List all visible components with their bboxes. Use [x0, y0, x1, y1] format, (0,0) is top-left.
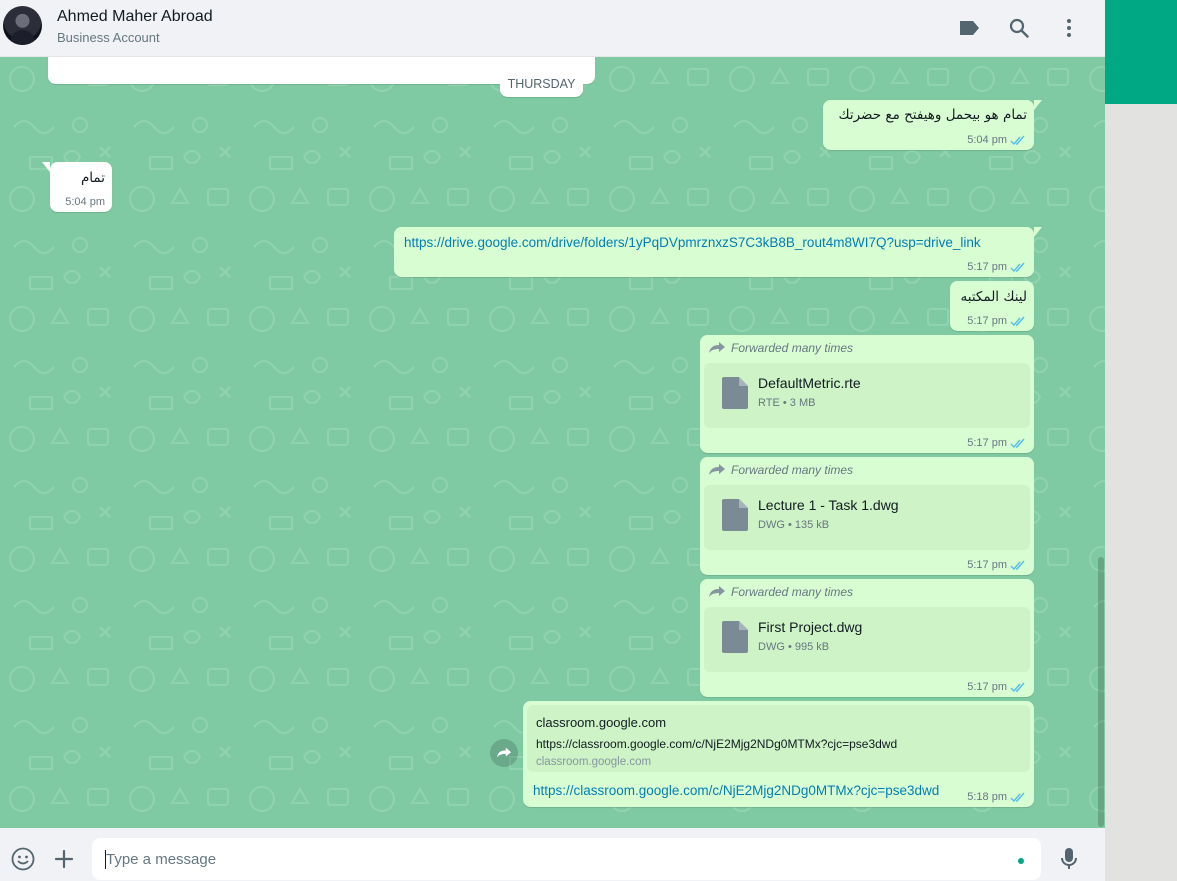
composer-bar — [0, 828, 1105, 881]
message-text: تمام هو بيحمل وهيفتح مع حضرتك — [838, 107, 1027, 123]
message-time: 5:04 pm — [967, 134, 1007, 146]
document-name: DefaultMetric.rte — [758, 375, 861, 391]
message-incoming[interactable]: تمام 5:04 pm — [42, 162, 112, 212]
message-input[interactable] — [92, 838, 1041, 880]
forwarded-icon — [709, 586, 725, 597]
forwarded-label: Forwarded many times — [731, 463, 854, 477]
forward-icon — [496, 747, 512, 758]
search-icon[interactable] — [1005, 14, 1033, 42]
message-time: 5:18 pm — [967, 791, 1007, 803]
emoji-icon[interactable] — [9, 845, 37, 873]
message-document[interactable]: Forwarded many times DefaultMetric.rte R… — [700, 335, 1034, 453]
message-time: 5:17 pm — [967, 437, 1007, 449]
double-check-icon — [1010, 560, 1025, 570]
document-card[interactable]: First Project.dwg DWG • 995 kB — [704, 607, 1030, 672]
forward-message-button[interactable] — [490, 739, 518, 767]
attach-plus-icon[interactable] — [50, 845, 78, 873]
document-icon — [722, 499, 748, 531]
message-document[interactable]: Forwarded many times Lecture 1 - Task 1.… — [700, 457, 1034, 575]
label-icon[interactable] — [955, 14, 983, 42]
document-icon — [722, 377, 748, 409]
document-type: DWG — [758, 641, 785, 653]
document-name: First Project.dwg — [758, 619, 863, 635]
double-check-icon — [1010, 135, 1025, 145]
accent-band — [1105, 0, 1177, 104]
forwarded-label: Forwarded many times — [731, 585, 854, 599]
message-document[interactable]: Forwarded many times First Project.dwg D… — [700, 579, 1034, 697]
document-size: 995 kB — [794, 641, 830, 653]
document-icon — [722, 621, 748, 653]
chat-area[interactable]: THURSDAY تمام هو بيحمل وهيفتح مع حضرتك 5… — [0, 57, 1105, 828]
forwarded-icon — [709, 464, 725, 475]
message-time: 5:17 pm — [967, 261, 1007, 273]
document-size: 3 MB — [789, 397, 816, 409]
message-link-preview[interactable]: classroom.google.com https://classroom.g… — [523, 701, 1034, 807]
message-outgoing-link[interactable]: https://drive.google.com/drive/folders/1… — [394, 227, 1042, 277]
message-text: لينك المكتبه — [960, 289, 1027, 305]
preview-url: https://classroom.google.com/c/NjE2Mjg2N… — [536, 737, 898, 751]
message-link[interactable]: https://classroom.google.com/c/NjE2Mjg2N… — [533, 783, 939, 798]
message-link[interactable]: https://drive.google.com/drive/folders/1… — [404, 235, 981, 250]
document-card[interactable]: Lecture 1 - Task 1.dwg DWG • 135 kB — [704, 485, 1030, 550]
document-type: DWG — [758, 519, 785, 531]
contact-name[interactable]: Ahmed Maher Abroad — [57, 8, 213, 26]
double-check-icon — [1010, 316, 1025, 326]
preview-domain: classroom.google.com — [536, 756, 652, 768]
side-panel-edge — [1105, 0, 1177, 881]
message-time: 5:04 pm — [65, 196, 105, 208]
document-size: 135 kB — [794, 519, 830, 531]
chat-header[interactable]: Ahmed Maher Abroad Business Account — [0, 0, 1105, 57]
forwarded-label: Forwarded many times — [731, 341, 854, 355]
message-time: 5:17 pm — [967, 315, 1007, 327]
menu-icon[interactable] — [1055, 14, 1083, 42]
whatsapp-window: Ahmed Maher Abroad Business Account THUR… — [0, 0, 1105, 881]
link-preview-card[interactable]: classroom.google.com https://classroom.g… — [527, 705, 1030, 772]
double-check-icon — [1010, 262, 1025, 272]
document-type: RTE — [758, 397, 780, 409]
contact-subtitle: Business Account — [57, 30, 160, 45]
message-time: 5:17 pm — [967, 681, 1007, 693]
document-card[interactable]: DefaultMetric.rte RTE • 3 MB — [704, 363, 1030, 428]
avatar[interactable] — [3, 6, 42, 45]
message-outgoing[interactable]: لينك المكتبه 5:17 pm — [950, 281, 1034, 331]
text-caret — [105, 850, 106, 869]
message-outgoing[interactable]: تمام هو بيحمل وهيفتح مع حضرتك 5:04 pm — [823, 100, 1042, 150]
status-dot — [1018, 858, 1024, 864]
double-check-icon — [1010, 682, 1025, 692]
double-check-icon — [1010, 792, 1025, 802]
mic-icon[interactable] — [1055, 845, 1083, 873]
date-separator: THURSDAY — [500, 70, 583, 97]
message-text: تمام — [80, 170, 105, 186]
chat-scrollbar[interactable] — [1098, 557, 1104, 827]
message-time: 5:17 pm — [967, 559, 1007, 571]
forwarded-icon — [709, 342, 725, 353]
preview-title: classroom.google.com — [536, 715, 667, 730]
double-check-icon — [1010, 438, 1025, 448]
document-name: Lecture 1 - Task 1.dwg — [758, 497, 899, 513]
